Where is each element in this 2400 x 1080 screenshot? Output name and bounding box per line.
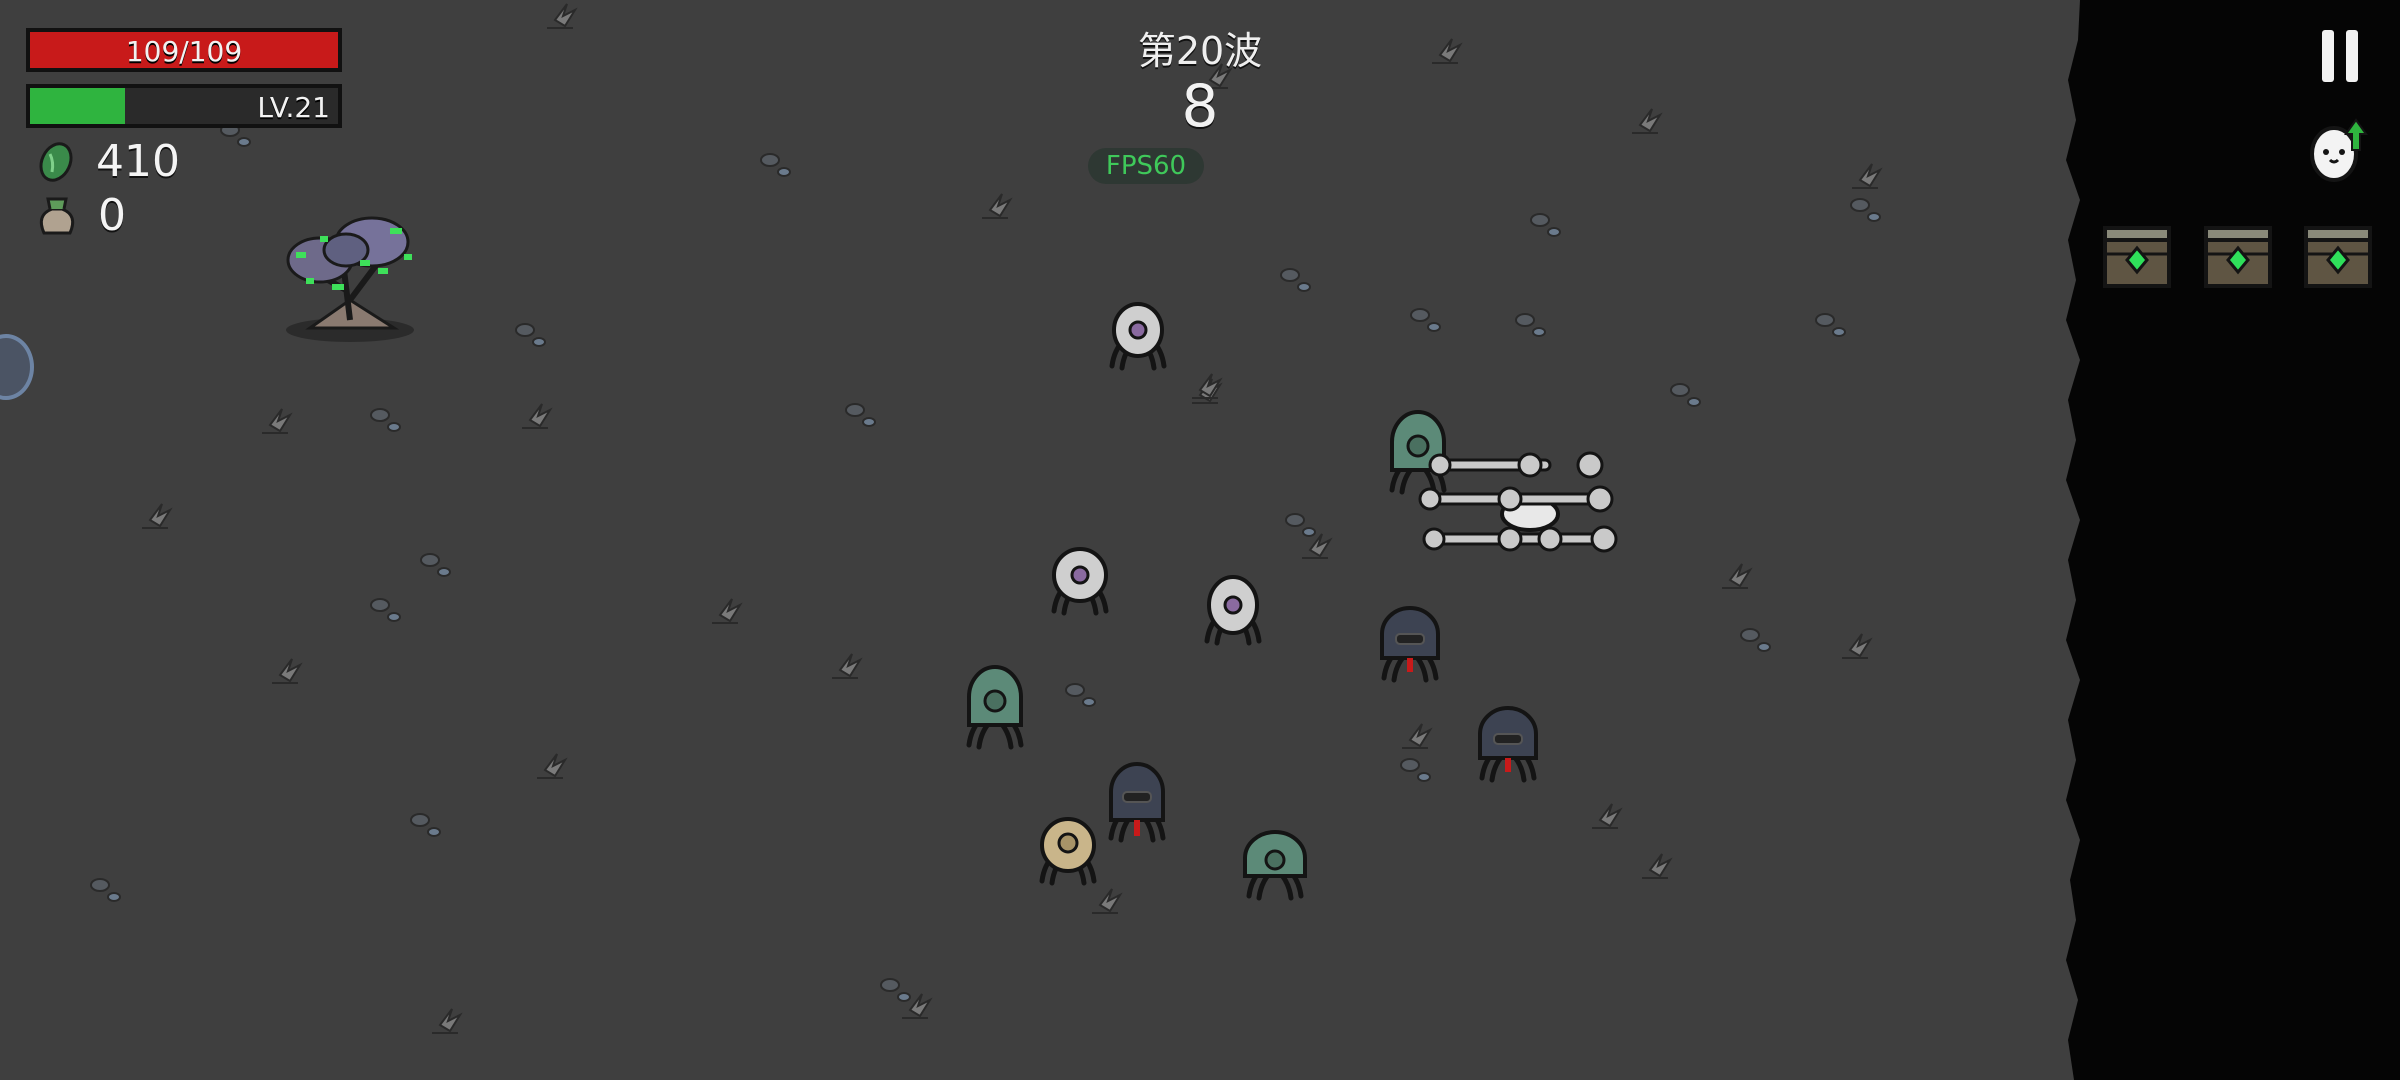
bag-value: 0 (98, 190, 126, 241)
wave-timer: 8 (1181, 72, 1219, 140)
hp-bar: 109/109 (26, 28, 342, 72)
materials-value: 410 (96, 136, 180, 187)
player-character (1418, 451, 1618, 553)
loot-crate-icon[interactable] (2303, 224, 2373, 290)
level-text: LV.21 (257, 91, 330, 124)
game-stage: 109/109 LV.21 410 0 第20波 8 FPS60 (0, 0, 2400, 1080)
wrench-weapons (1418, 451, 1618, 553)
pause-icon[interactable] (2320, 30, 2360, 82)
loot-crate-icon[interactable] (2102, 224, 2172, 290)
xp-bar: LV.21 (26, 84, 342, 128)
xp-bar-fill (30, 88, 126, 124)
fps-counter: FPS60 (1088, 148, 1204, 184)
bag-counter: 0 (34, 190, 126, 241)
green-material-icon (39, 141, 73, 182)
wave-title: 第20波 (1137, 29, 1263, 73)
loot-crate-icon[interactable] (2203, 224, 2273, 290)
egg-levelup-icon[interactable] (2306, 116, 2372, 184)
materials-counter: 410 (34, 136, 180, 187)
hp-text: 109/109 (125, 35, 243, 68)
money-bag-icon (39, 197, 75, 234)
